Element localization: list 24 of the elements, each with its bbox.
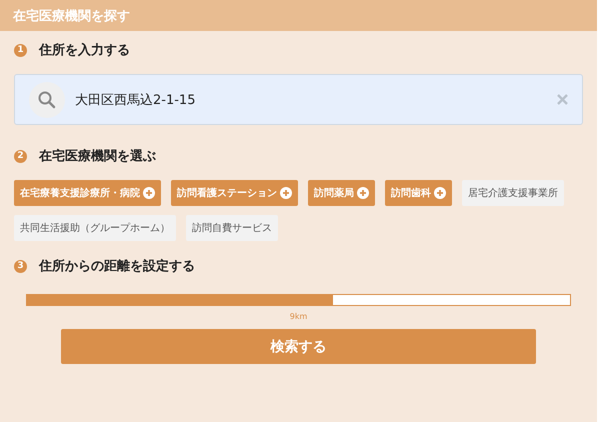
step-title: 住所からの距離を設定する (39, 258, 195, 275)
clear-icon[interactable] (557, 94, 568, 105)
facility-type-chip[interactable]: 居宅介護支援事業所 (462, 180, 564, 206)
page-title: 在宅医療機関を探す (13, 8, 130, 24)
address-field[interactable]: 大田区西馬込2-1-15 (75, 92, 547, 107)
plus-icon (434, 187, 446, 199)
facility-type-chip[interactable]: 訪問歯科 (385, 180, 452, 206)
step-number: 1 (14, 44, 27, 56)
facility-type-chip[interactable]: 訪問看護ステーション (171, 180, 298, 206)
distance-slider[interactable] (26, 294, 571, 306)
plus-icon (143, 187, 155, 199)
search-icon (29, 82, 65, 118)
facility-type-chip[interactable]: 共同生活援助（グループホーム） (14, 215, 176, 241)
step-title: 在宅医療機関を選ぶ (39, 148, 156, 165)
step-title: 住所を入力する (39, 42, 130, 59)
search-button[interactable]: 検索する (61, 329, 536, 364)
facility-type-chip[interactable]: 訪問薬局 (308, 180, 375, 206)
facility-type-chip[interactable]: 在宅療養支援診療所・病院 (14, 180, 161, 206)
plus-icon (280, 187, 292, 199)
distance-reading: 9km (290, 312, 308, 321)
facility-type-chip[interactable]: 訪問自費サービス (186, 215, 278, 241)
step-number: 3 (14, 260, 27, 272)
step-number: 2 (14, 150, 27, 162)
plus-icon (357, 187, 369, 199)
